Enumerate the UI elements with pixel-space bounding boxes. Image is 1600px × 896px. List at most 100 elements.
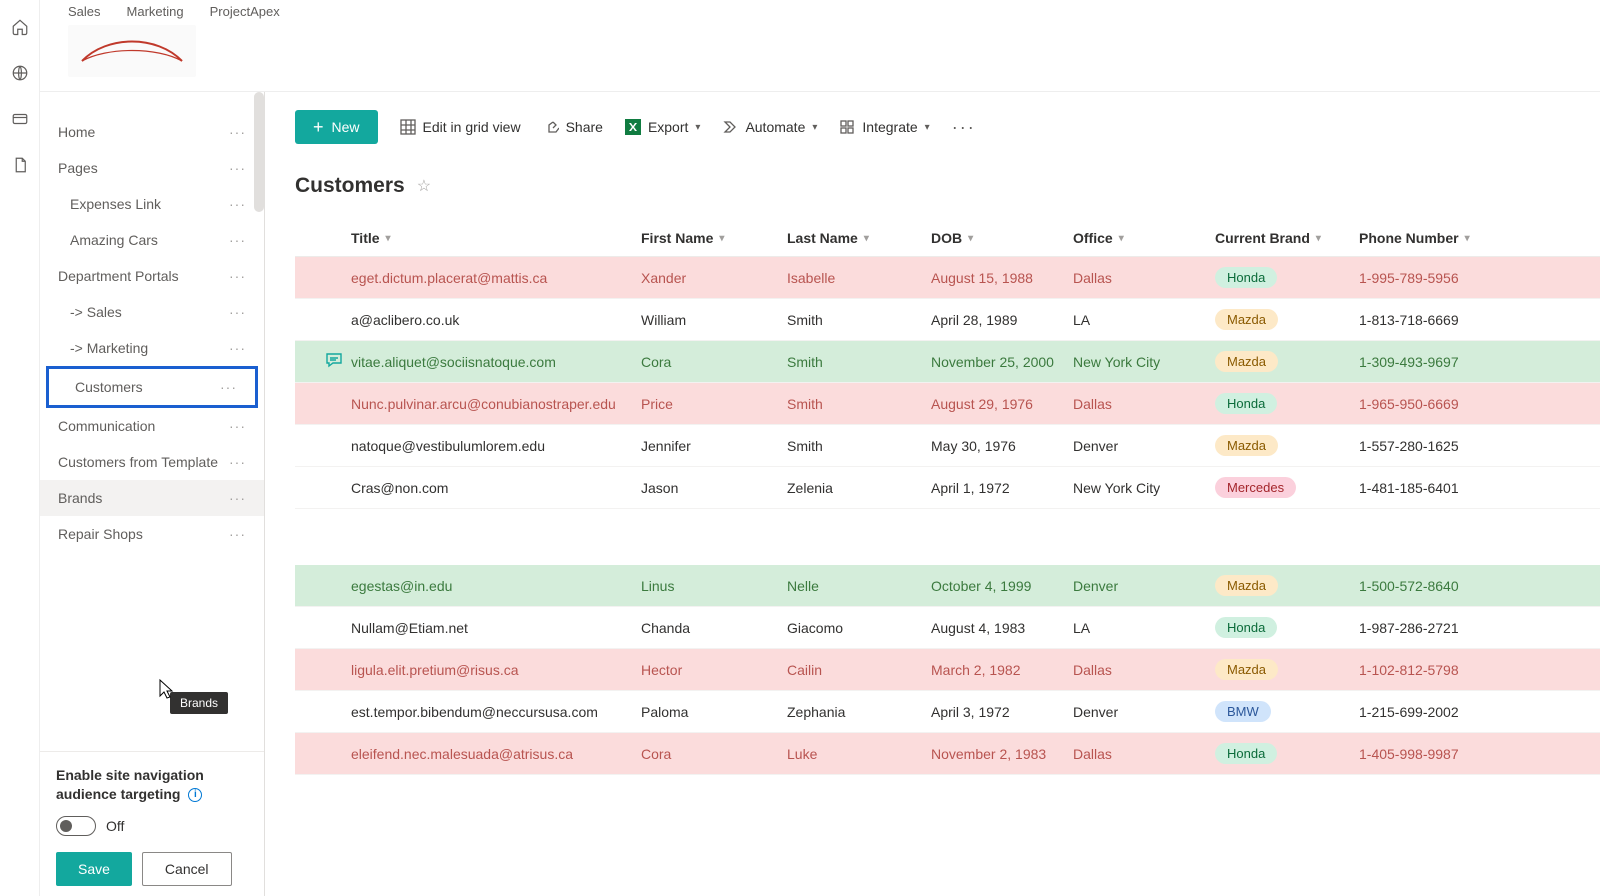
chevron-down-icon: ▾	[695, 122, 700, 133]
nav-item-menu-icon[interactable]: ···	[229, 196, 246, 212]
new-button[interactable]: +New	[295, 110, 378, 144]
cell-first: Chanda	[641, 620, 787, 636]
more-actions-button[interactable]: ···	[952, 117, 976, 138]
toggle-state-label: Off	[106, 818, 124, 834]
cell-office: New York City	[1073, 354, 1215, 370]
tab-projectapex[interactable]: ProjectApex	[210, 4, 280, 19]
tab-marketing[interactable]: Marketing	[127, 4, 184, 19]
chevron-down-icon: ▾	[925, 122, 930, 133]
nav-item-label: Home	[58, 124, 95, 140]
nav-item-expenses-link[interactable]: Expenses Link···	[40, 186, 264, 222]
cell-first: Linus	[641, 578, 787, 594]
comment-icon[interactable]	[295, 352, 351, 371]
nav-item--sales[interactable]: -> Sales···	[40, 294, 264, 330]
nav-item-menu-icon[interactable]: ···	[229, 232, 246, 248]
nav-item-menu-icon[interactable]: ···	[229, 418, 246, 434]
table-row[interactable]: eleifend.nec.malesuada@atrisus.caCoraLuk…	[295, 733, 1600, 775]
nav-item-brands[interactable]: Brands···	[40, 480, 264, 516]
cell-office: New York City	[1073, 480, 1215, 496]
cell-first: Price	[641, 396, 787, 412]
cell-office: Denver	[1073, 438, 1215, 454]
cell-dob: May 30, 1976	[931, 438, 1073, 454]
grid-icon	[400, 119, 416, 135]
cell-phone: 1-987-286-2721	[1359, 620, 1479, 636]
table-row[interactable]: ligula.elit.pretium@risus.caHectorCailin…	[295, 649, 1600, 691]
nav-item-menu-icon[interactable]: ···	[229, 268, 246, 284]
cell-dob: August 4, 1983	[931, 620, 1073, 636]
table-row[interactable]: Nullam@Etiam.netChandaGiacomoAugust 4, 1…	[295, 607, 1600, 649]
cell-last: Cailin	[787, 662, 931, 678]
cell-last: Giacomo	[787, 620, 931, 636]
card-icon[interactable]	[11, 110, 29, 128]
nav-item-department-portals[interactable]: Department Portals···	[40, 258, 264, 294]
cell-dob: November 2, 1983	[931, 746, 1073, 762]
cell-office: Dallas	[1073, 662, 1215, 678]
nav-item-communication[interactable]: Communication···	[40, 408, 264, 444]
cell-office: Denver	[1073, 578, 1215, 594]
globe-icon[interactable]	[11, 64, 29, 82]
customers-table: Title▾ First Name▾ Last Name▾ DOB▾ Offic…	[295, 220, 1600, 896]
nav-item-pages[interactable]: Pages···	[40, 150, 264, 186]
share-button[interactable]: Share	[543, 119, 603, 135]
page-title: Customers	[295, 174, 405, 198]
table-row[interactable]: egestas@in.eduLinusNelleOctober 4, 1999D…	[295, 565, 1600, 607]
cell-phone: 1-557-280-1625	[1359, 438, 1479, 454]
nav-item--marketing[interactable]: -> Marketing ···	[40, 330, 264, 366]
flow-icon	[722, 119, 738, 135]
col-phone[interactable]: Phone Number▾	[1359, 230, 1479, 246]
nav-item-menu-icon[interactable]: ···	[229, 304, 246, 320]
table-row[interactable]: eget.dictum.placerat@mattis.caXanderIsab…	[295, 257, 1600, 299]
nav-item-menu-icon[interactable]: ···	[229, 124, 246, 140]
cell-title: est.tempor.bibendum@neccursusa.com	[351, 704, 641, 720]
table-row[interactable]: Nunc.pulvinar.arcu@conubianostraper.eduP…	[295, 383, 1600, 425]
export-button[interactable]: Export▾	[625, 119, 701, 135]
info-icon[interactable]: i	[188, 788, 202, 802]
nav-item-menu-icon[interactable]: ···	[229, 526, 246, 542]
nav-item-menu-icon[interactable]: ···	[229, 490, 246, 506]
nav-item-label: Customers from Template	[58, 454, 218, 470]
nav-item-home[interactable]: Home ···	[40, 114, 264, 150]
cell-dob: August 15, 1988	[931, 270, 1073, 286]
home-icon[interactable]	[11, 18, 29, 36]
site-logo[interactable]	[68, 25, 196, 77]
audience-targeting-toggle[interactable]	[56, 816, 96, 836]
cell-first: Jennifer	[641, 438, 787, 454]
edit-grid-button[interactable]: Edit in grid view	[400, 119, 521, 135]
cell-dob: August 29, 1976	[931, 396, 1073, 412]
nav-item-amazing-cars[interactable]: Amazing Cars···	[40, 222, 264, 258]
nav-item-label: -> Marketing	[70, 340, 148, 356]
col-office[interactable]: Office▾	[1073, 230, 1215, 246]
cell-title: Nunc.pulvinar.arcu@conubianostraper.edu	[351, 396, 641, 412]
table-row[interactable]: Cras@non.comJasonZeleniaApril 1, 1972New…	[295, 467, 1600, 509]
nav-item-menu-icon[interactable]: ···	[229, 340, 246, 356]
brand-pill: Honda	[1215, 617, 1277, 638]
cell-last: Smith	[787, 396, 931, 412]
col-lastname[interactable]: Last Name▾	[787, 230, 931, 246]
col-firstname[interactable]: First Name▾	[641, 230, 787, 246]
nav-item-menu-icon[interactable]: ···	[229, 160, 246, 176]
nav-item-menu-icon[interactable]: ···	[229, 454, 246, 470]
integrate-icon	[839, 119, 855, 135]
document-icon[interactable]	[11, 156, 29, 174]
topbar: Sales Marketing ProjectApex	[40, 0, 1600, 92]
nav-item-repair-shops[interactable]: Repair Shops···	[40, 516, 264, 552]
save-button[interactable]: Save	[56, 852, 132, 886]
tab-sales[interactable]: Sales	[68, 4, 101, 19]
favorite-star-icon[interactable]: ☆	[417, 176, 431, 196]
app-rail	[0, 0, 40, 896]
col-brand[interactable]: Current Brand▾	[1215, 230, 1359, 246]
nav-item-customers[interactable]: Customers···	[46, 366, 258, 408]
nav-item-menu-icon[interactable]: ···	[220, 379, 237, 395]
table-row[interactable]: est.tempor.bibendum@neccursusa.comPaloma…	[295, 691, 1600, 733]
table-row[interactable]: a@aclibero.co.ukWilliamSmithApril 28, 19…	[295, 299, 1600, 341]
col-dob[interactable]: DOB▾	[931, 230, 1073, 246]
table-row[interactable]: natoque@vestibulumlorem.eduJenniferSmith…	[295, 425, 1600, 467]
brand-pill: Honda	[1215, 743, 1277, 764]
cancel-button[interactable]: Cancel	[142, 852, 232, 886]
automate-button[interactable]: Automate▾	[722, 119, 817, 135]
integrate-button[interactable]: Integrate▾	[839, 119, 929, 135]
table-row[interactable]: vitae.aliquet@sociisnatoque.comCoraSmith…	[295, 341, 1600, 383]
col-title[interactable]: Title▾	[351, 230, 641, 246]
cell-dob: October 4, 1999	[931, 578, 1073, 594]
nav-item-customers-from-template[interactable]: Customers from Template ···	[40, 444, 264, 480]
